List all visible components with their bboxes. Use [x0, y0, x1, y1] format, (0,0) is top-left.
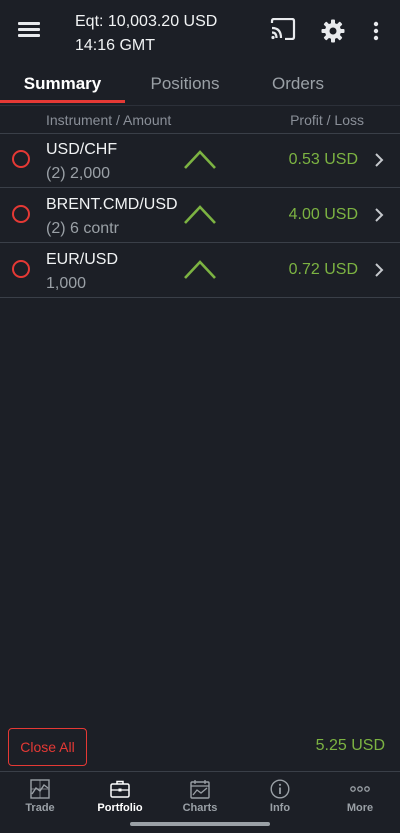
nav-label: Trade [25, 802, 55, 814]
top-bar: Eqt: 10,003.20 USD 14:16 GMT [0, 0, 400, 64]
portfolio-footer: Close All 5.25 USD [0, 725, 400, 769]
nav-charts[interactable]: Charts [160, 772, 240, 820]
nav-label: Info [269, 802, 291, 814]
nav-trade[interactable]: Trade [0, 772, 80, 820]
cast-icon[interactable] [270, 17, 296, 45]
instrument-name: BRENT.CMD/USD [46, 196, 178, 213]
row-divider [0, 187, 400, 188]
chevron-right-icon[interactable] [374, 262, 384, 278]
profit-loss-value: 4.00 USD [288, 206, 358, 223]
profit-loss-value: 0.53 USD [288, 151, 358, 168]
nav-info[interactable]: Info [240, 772, 320, 820]
bottom-navigation: Trade Portfolio Charts Info More [0, 772, 400, 820]
chevron-right-icon[interactable] [374, 152, 384, 168]
trend-up-icon [184, 205, 216, 224]
select-radio[interactable] [12, 150, 30, 168]
table-row[interactable]: USD/CHF (2) 2,000 0.53 USD [0, 134, 400, 188]
active-tab-indicator [0, 100, 125, 103]
tab-summary[interactable]: Summary [0, 66, 125, 104]
column-header-instrument: Instrument / Amount [46, 112, 172, 128]
equity-value: Eqt: 10,003.20 USD [75, 13, 218, 30]
select-radio[interactable] [12, 205, 30, 223]
briefcase-icon [110, 780, 130, 798]
server-time: 14:16 GMT [75, 37, 156, 54]
position-amount: 1,000 [46, 275, 87, 292]
tab-positions[interactable]: Positions [125, 66, 245, 104]
position-amount: (2) 6 contr [46, 220, 119, 237]
column-header-profit-loss: Profit / Loss [290, 112, 364, 128]
table-row[interactable]: EUR/USD 1,000 0.72 USD [0, 244, 400, 298]
trend-up-icon [184, 260, 216, 279]
menu-icon[interactable] [18, 20, 40, 38]
tab-orders[interactable]: Orders [245, 66, 351, 104]
tabs-divider [0, 105, 400, 106]
calendar-chart-icon [190, 780, 210, 799]
profit-loss-value: 0.72 USD [288, 261, 358, 278]
row-divider [0, 242, 400, 243]
instrument-name: USD/CHF [46, 141, 118, 158]
total-profit-loss: 5.25 USD [315, 737, 385, 754]
nav-more[interactable]: More [320, 772, 400, 820]
nav-label: More [346, 802, 374, 814]
gear-icon[interactable] [321, 19, 345, 48]
home-indicator[interactable] [130, 822, 270, 826]
more-horiz-icon [350, 786, 370, 792]
row-divider [0, 297, 400, 298]
info-icon [270, 779, 290, 799]
nav-portfolio[interactable]: Portfolio [80, 772, 160, 820]
position-amount: (2) 2,000 [46, 165, 111, 182]
nav-label: Charts [182, 802, 218, 814]
select-radio[interactable] [12, 260, 30, 278]
nav-label: Portfolio [97, 802, 143, 814]
chevron-right-icon[interactable] [374, 207, 384, 223]
more-vert-icon[interactable] [372, 21, 380, 46]
trend-up-icon [184, 150, 216, 169]
close-all-button[interactable]: Close All [8, 728, 87, 766]
trade-chart-icon [30, 779, 50, 799]
instrument-name: EUR/USD [46, 251, 119, 268]
table-row[interactable]: BRENT.CMD/USD (2) 6 contr 4.00 USD [0, 189, 400, 243]
equity-summary: Eqt: 10,003.20 USD 14:16 GMT [75, 10, 217, 58]
